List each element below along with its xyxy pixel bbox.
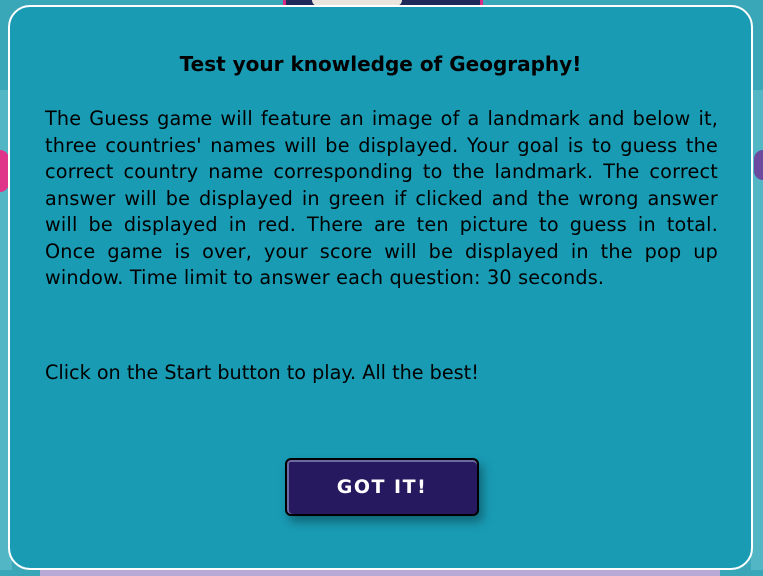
- modal-call-to-action: Click on the Start button to play. All t…: [45, 361, 479, 384]
- instructions-modal: Test your knowledge of Geography! The Gu…: [8, 5, 753, 570]
- modal-title: Test your knowledge of Geography!: [179, 52, 582, 76]
- modal-instructions-text: The Guess game will feature an image of …: [45, 107, 718, 289]
- background-answer-button-right: [754, 150, 763, 180]
- got-it-button[interactable]: GOT IT!: [285, 458, 479, 516]
